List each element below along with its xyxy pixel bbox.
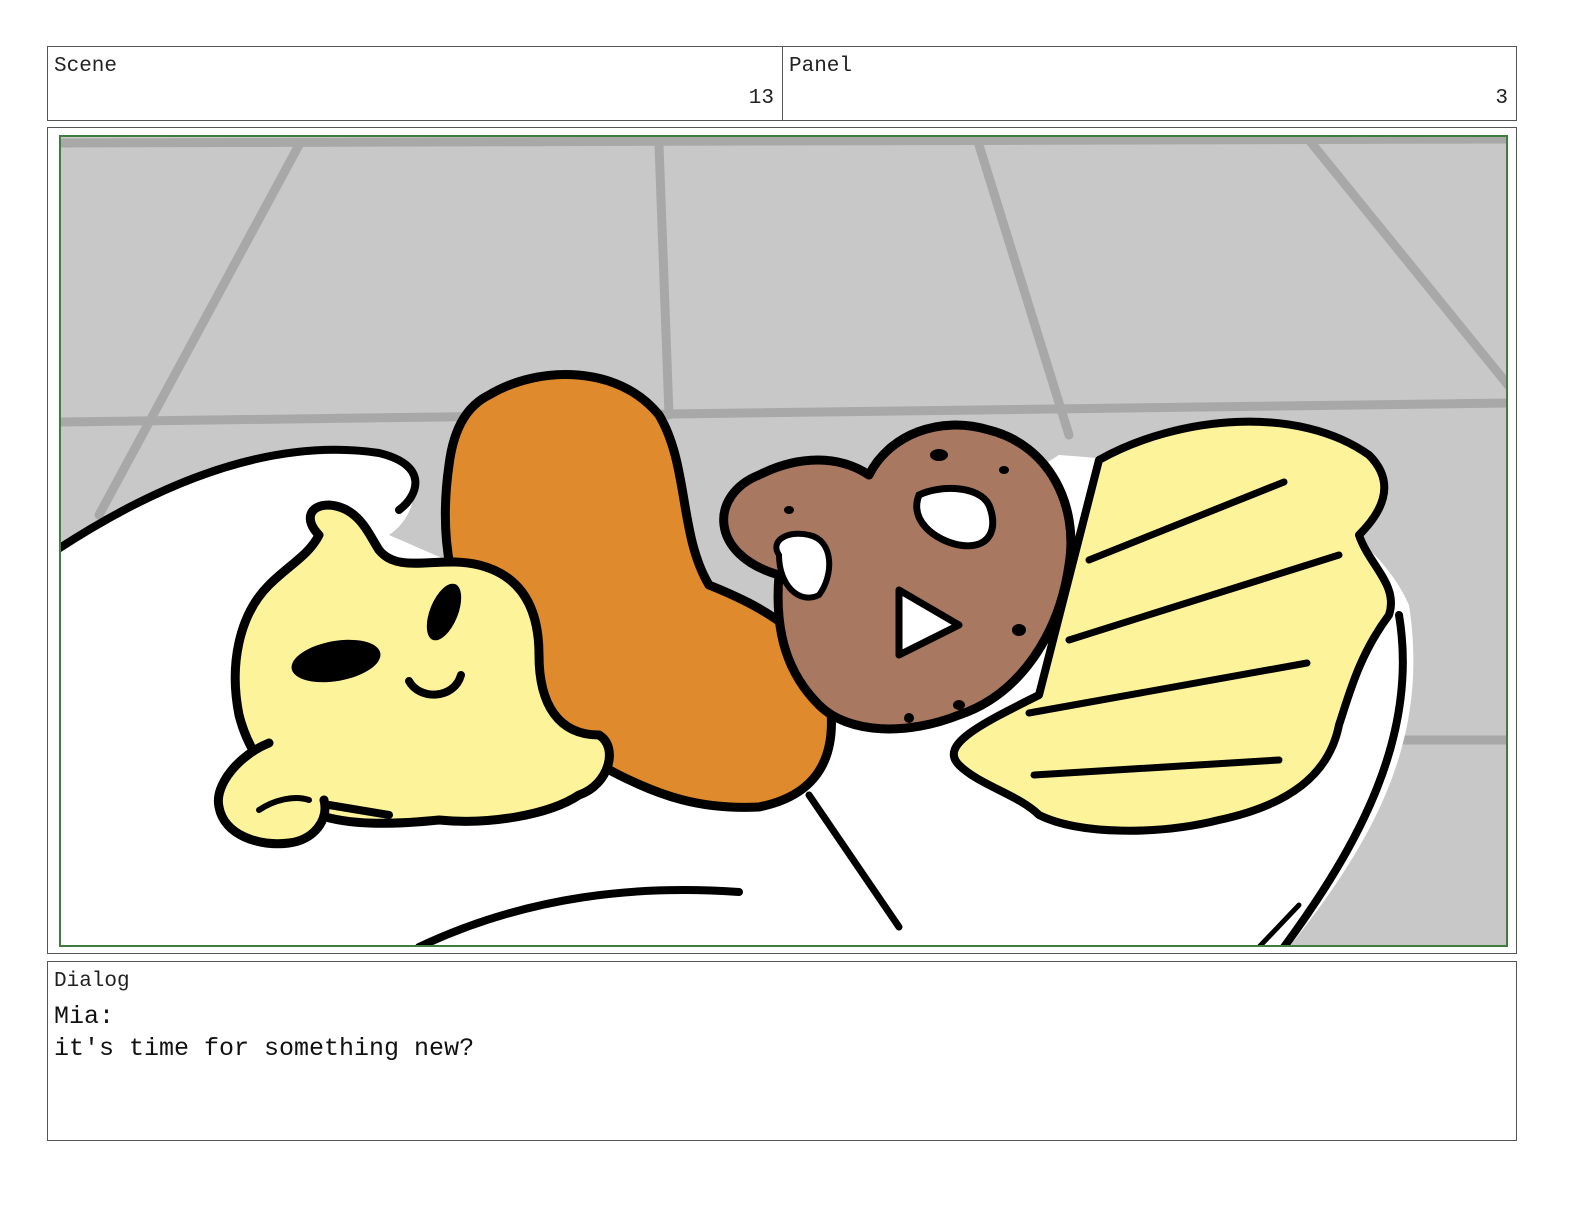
dialog-box: Dialog Mia: it's time for something new? xyxy=(47,961,1517,1141)
storyboard-frame xyxy=(47,127,1517,954)
sketch-illustration xyxy=(59,135,1508,947)
dialog-line: it's time for something new? xyxy=(54,1034,475,1063)
scene-cell: Scene 13 xyxy=(48,47,783,120)
scene-number: 13 xyxy=(748,87,774,110)
panel-cell: Panel 3 xyxy=(783,47,1516,120)
scene-label: Scene xyxy=(54,55,118,78)
panel-header: Scene 13 Panel 3 xyxy=(47,46,1517,121)
storyboard-artwork xyxy=(59,135,1508,947)
dialog-speaker: Mia: xyxy=(54,1002,115,1031)
panel-label: Panel xyxy=(789,55,853,78)
panel-number: 3 xyxy=(1495,87,1508,110)
dialog-label: Dialog xyxy=(54,970,130,993)
